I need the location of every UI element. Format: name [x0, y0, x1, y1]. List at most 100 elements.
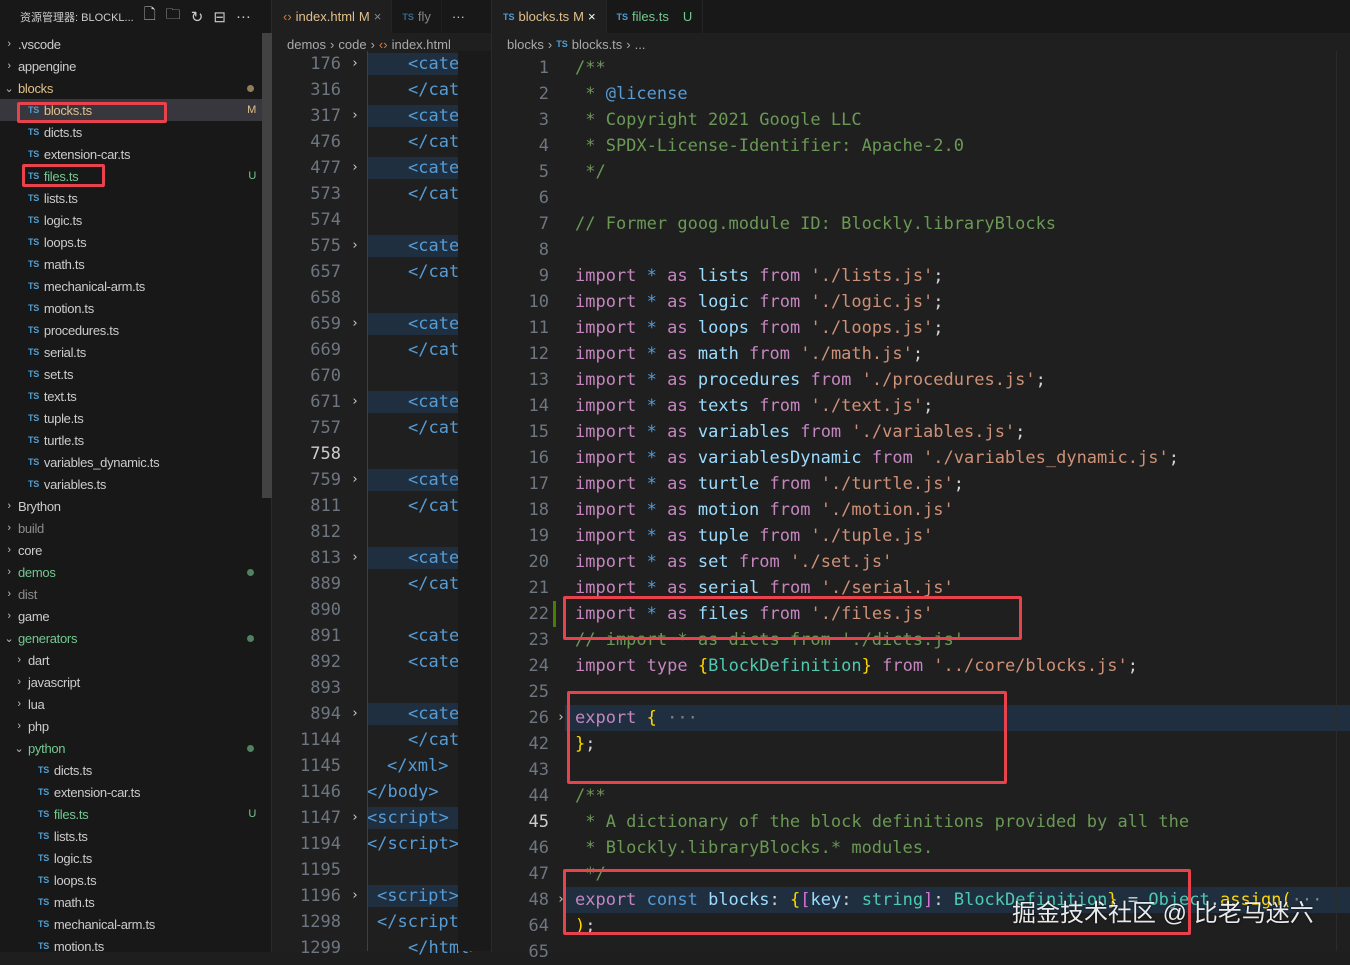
tree-item[interactable]: TS lists.ts [0, 187, 262, 209]
tree-item[interactable]: TS files.ts U [0, 165, 262, 187]
chevron-right-icon: › [626, 36, 631, 52]
chevron-right-icon[interactable]: › [2, 566, 16, 578]
chevron-right-icon[interactable]: › [12, 720, 26, 732]
chevron-right-icon[interactable]: › [2, 544, 16, 556]
new-folder-icon[interactable]: 🗀 [166, 4, 181, 29]
tree-item[interactable]: › dist [0, 583, 262, 605]
fold-chevron-icon[interactable]: › [351, 389, 359, 415]
code-token: */ [575, 864, 606, 884]
breadcrumb-item[interactable]: ... [635, 37, 646, 52]
tree-item[interactable]: TS math.ts [0, 253, 262, 275]
chevron-right-icon[interactable]: › [12, 676, 26, 688]
collapse-all-icon[interactable]: ⊟ [213, 8, 226, 26]
minimap[interactable] [458, 51, 491, 951]
tree-item-label: serial.ts [43, 344, 86, 360]
chevron-right-icon[interactable]: › [2, 610, 16, 622]
chevron-right-icon[interactable]: › [2, 522, 16, 534]
close-icon[interactable]: × [374, 9, 382, 24]
fold-chevron-icon[interactable]: › [351, 233, 359, 259]
tree-item[interactable]: › appengine [0, 55, 262, 77]
fold-chevron-icon[interactable]: › [351, 103, 359, 129]
breadcrumb-item[interactable]: demos [287, 37, 326, 52]
tab-fly[interactable]: TS fly [392, 0, 442, 33]
tab-index-html[interactable]: ‹› index.html M × [273, 0, 393, 33]
tree-item[interactable]: › dart [0, 649, 262, 671]
tree-item-label: demos [18, 564, 56, 580]
code-token: as [667, 318, 698, 338]
tree-item[interactable]: TS lists.ts [0, 825, 262, 847]
tree-item[interactable]: ⌄ generators [0, 627, 262, 649]
chevron-right-icon[interactable]: › [2, 500, 16, 512]
tree-item[interactable]: TS blocks.ts M [0, 99, 262, 121]
tree-item[interactable]: › Brython [0, 495, 262, 517]
tree-item[interactable]: › javascript [0, 671, 262, 693]
tree-item[interactable]: TS loops.ts [0, 231, 262, 253]
tree-item-label: game [18, 608, 50, 624]
tree-item[interactable]: TS logic.ts [0, 209, 262, 231]
tree-item[interactable]: TS motion.ts [0, 297, 262, 319]
more-tabs-button[interactable]: ··· [442, 0, 475, 33]
tree-item[interactable]: › game [0, 605, 262, 627]
tree-item[interactable]: › build [0, 517, 262, 539]
sidebar-scrollbar[interactable] [262, 33, 272, 498]
fold-chevron-icon[interactable]: › [351, 311, 359, 337]
new-file-icon[interactable]: 🗋 [144, 4, 156, 29]
code-token: [ [800, 890, 811, 910]
tree-item[interactable]: TS motion.ts [0, 935, 262, 957]
tree-item[interactable]: TS dicts.ts [0, 759, 262, 781]
chevron-down-icon[interactable]: ⌄ [2, 632, 16, 645]
fold-chevron-icon[interactable]: › [351, 467, 359, 493]
tree-item[interactable]: TS mechanical-arm.ts [0, 913, 262, 935]
tree-item[interactable]: TS variables_dynamic.ts [0, 451, 262, 473]
chevron-right-icon[interactable]: › [12, 654, 26, 666]
tab-files-ts[interactable]: TS files.ts U [607, 0, 704, 33]
fold-chevron-icon[interactable]: › [351, 701, 359, 727]
code-line: 15 import * as variables from './variable… [493, 419, 1350, 445]
fold-chevron-icon[interactable]: › [351, 51, 359, 77]
breadcrumb-item[interactable]: index.html [392, 37, 451, 52]
tab-blocks-ts[interactable]: TS blocks.ts M × [493, 0, 607, 33]
tree-item[interactable]: TS procedures.ts [0, 319, 262, 341]
tree-item[interactable]: ⌄ python [0, 737, 262, 759]
breadcrumb-item[interactable]: code [338, 37, 366, 52]
close-icon[interactable]: × [588, 9, 596, 24]
tree-item[interactable]: TS math.ts [0, 891, 262, 913]
chevron-right-icon[interactable]: › [2, 588, 16, 600]
tree-item[interactable]: ⌄ blocks [0, 77, 262, 99]
fold-chevron-icon[interactable]: › [351, 545, 359, 571]
tree-item[interactable]: TS set.ts [0, 363, 262, 385]
fold-chevron-icon[interactable]: › [557, 705, 565, 731]
fold-chevron-icon[interactable]: › [351, 155, 359, 181]
fold-chevron-icon[interactable]: › [351, 805, 359, 831]
chevron-down-icon[interactable]: ⌄ [2, 82, 16, 95]
tree-item[interactable]: TS dicts.ts [0, 121, 262, 143]
tree-item[interactable]: TS variables.ts [0, 473, 262, 495]
tree-item[interactable]: › lua [0, 693, 262, 715]
fold-chevron-icon[interactable]: › [557, 887, 565, 913]
tree-item[interactable]: TS loops.ts [0, 869, 262, 891]
tree-item[interactable]: TS serial.ts [0, 341, 262, 363]
editor-scrollbar[interactable] [1336, 51, 1350, 951]
tree-item[interactable]: TS extension-car.ts [0, 143, 262, 165]
tree-item[interactable]: TS tuple.ts [0, 407, 262, 429]
tree-item[interactable]: › .vscode [0, 33, 262, 55]
fold-chevron-icon[interactable]: › [351, 883, 359, 909]
more-icon[interactable]: ··· [236, 8, 251, 25]
chevron-right-icon[interactable]: › [2, 38, 16, 50]
git-status-dot [247, 634, 254, 642]
breadcrumb-item[interactable]: blocks [507, 37, 544, 52]
tree-item[interactable]: › core [0, 539, 262, 561]
tree-item[interactable]: TS extension-car.ts [0, 781, 262, 803]
chevron-down-icon[interactable]: ⌄ [12, 742, 26, 755]
chevron-right-icon[interactable]: › [12, 698, 26, 710]
tree-item[interactable]: TS files.ts U [0, 803, 262, 825]
breadcrumb-item[interactable]: blocks.ts [572, 37, 623, 52]
refresh-icon[interactable]: ↻ [191, 8, 204, 26]
tree-item[interactable]: › php [0, 715, 262, 737]
tree-item[interactable]: TS mechanical-arm.ts [0, 275, 262, 297]
tree-item[interactable]: TS turtle.ts [0, 429, 262, 451]
tree-item[interactable]: TS text.ts [0, 385, 262, 407]
tree-item[interactable]: TS logic.ts [0, 847, 262, 869]
chevron-right-icon[interactable]: › [2, 60, 16, 72]
tree-item[interactable]: › demos [0, 561, 262, 583]
